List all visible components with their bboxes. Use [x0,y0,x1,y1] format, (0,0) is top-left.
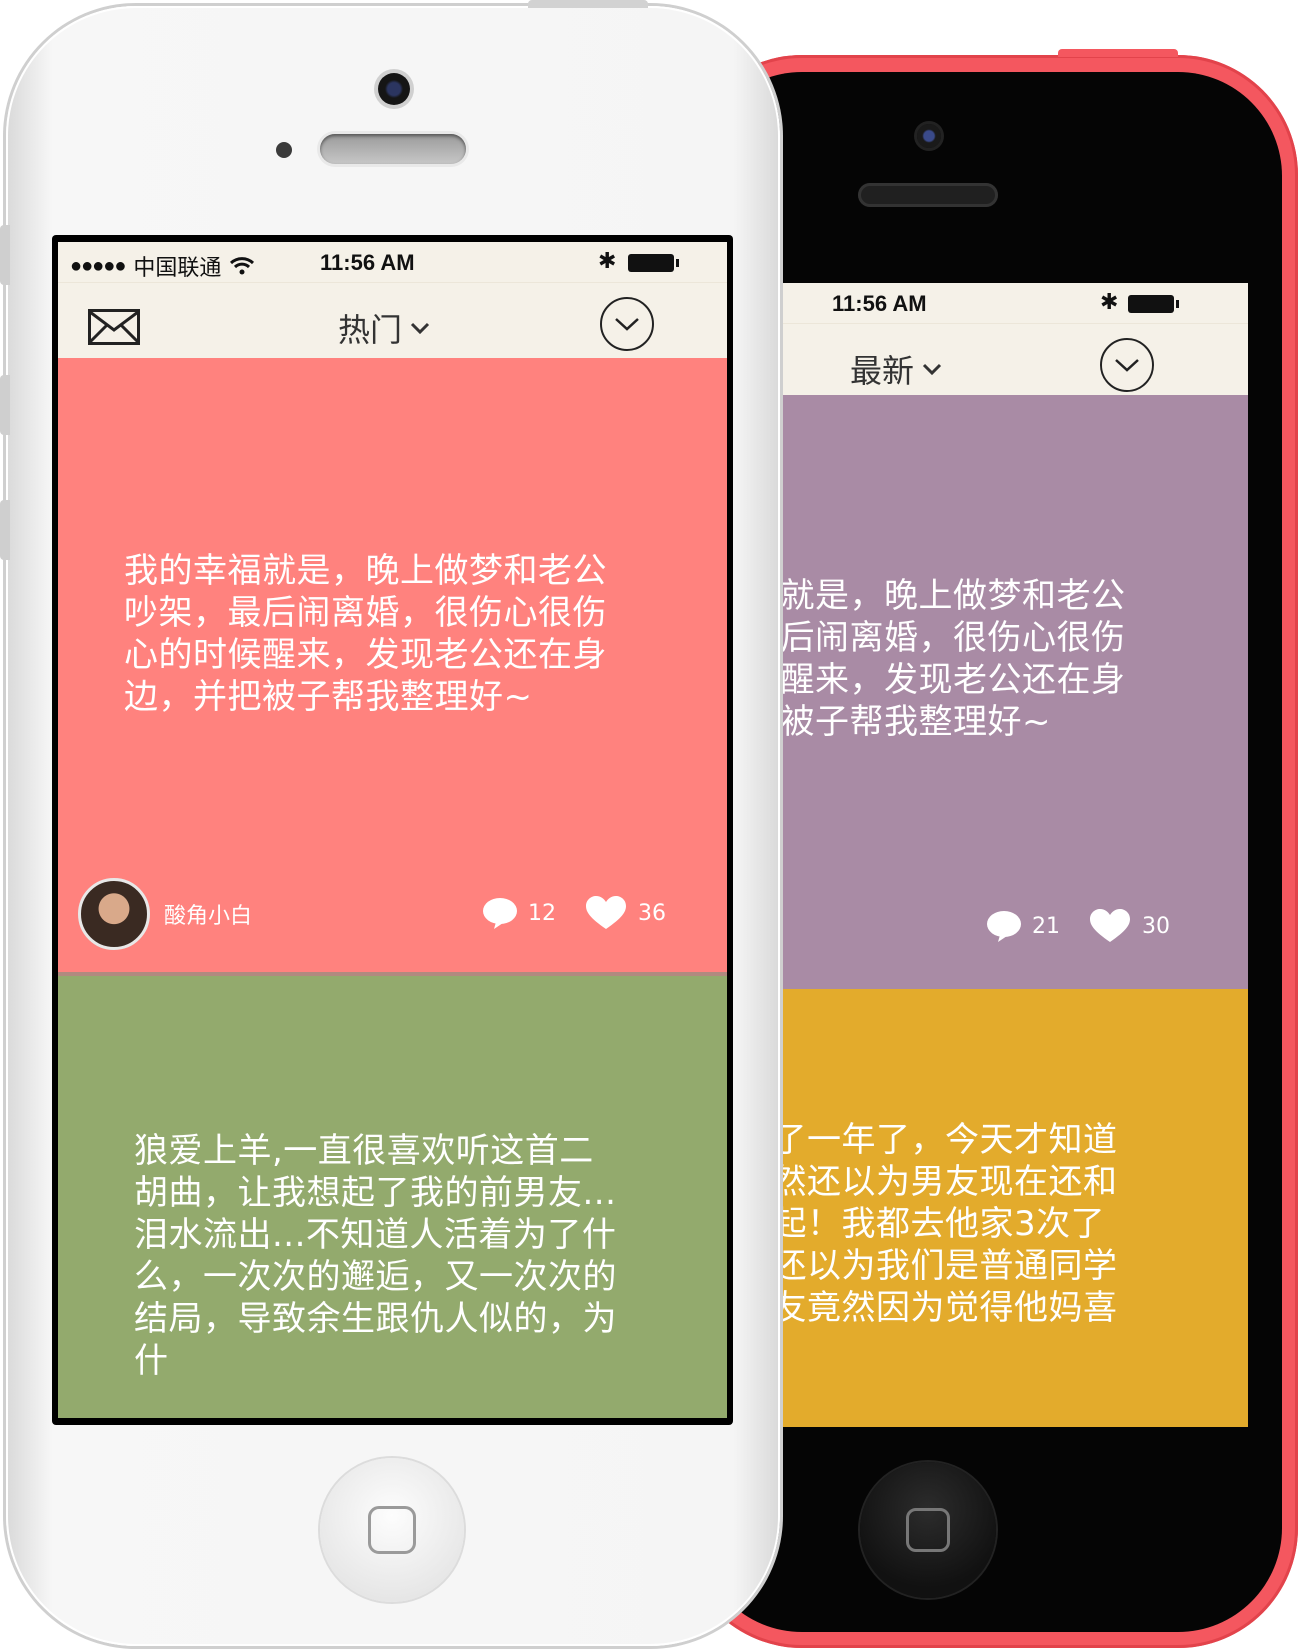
heart-icon [586,896,626,929]
like-count: 36 [638,900,666,926]
home-square-icon [906,1508,950,1552]
chevron-circle-icon [1115,359,1139,372]
post-card[interactable]: 我的幸福就是，晚上做梦和老公吵架，最后闹离婚，很伤心很伤心的时候醒来，发现老公还… [58,358,727,972]
comment-bubble-icon [483,898,517,929]
bluetooth-icon: ✱ [598,248,617,273]
chevron-circle-button[interactable] [600,297,654,351]
post-text: 福就是，晚上做梦和老公 最后闹离婚，很伤心很伤 侯醒来，发现老公还在身 把被子帮… [746,575,1246,743]
bluetooth-icon: ✱ [1100,289,1119,314]
post-text: 好了一年了，今天才知道 居然还以为男友现在还和 一起！我都去他家3次了 妈还以为… [738,1119,1248,1329]
status-time: 11:56 AM [832,291,927,316]
post-text: 我的幸福就是，晚上做梦和老公吵架，最后闹离婚，很伤心很伤心的时候醒来，发现老公还… [124,551,607,717]
comment-count-button[interactable]: 12 [482,896,556,930]
nav-title: 热门 [338,311,403,349]
chevron-down-icon [410,322,430,335]
front-phone-power-button [528,0,648,8]
status-bar: 通 11:56 AM ✱ [728,283,1248,323]
post-author[interactable]: 酸角小白 [78,878,252,950]
comment-count: 12 [528,900,556,926]
post-card[interactable]: 狼爱上羊,一直很喜欢听这首二胡曲，让我想起了我的前男友...泪水流出...不知道… [58,976,727,1418]
front-phone-sensor [276,142,292,158]
volume-down-button [0,500,10,560]
avatar[interactable] [78,878,150,950]
post-text-line: 妈还以为我们是普通同学 [738,1246,1118,1286]
volume-up-button [0,375,10,435]
nav-title-dropdown[interactable]: 热门 [338,305,430,351]
carrier-group: ●●●●● 中国联通 [70,250,255,282]
battery-icon [628,254,679,272]
envelope-icon[interactable] [88,309,140,345]
comment-count-button[interactable]: 21 [986,909,1060,943]
author-name: 酸角小白 [164,904,253,929]
post-text-line: 一起！我都去他家3次了 [738,1204,1106,1244]
carrier-label: 中国联通 [133,255,222,280]
back-phone-camera [917,124,941,148]
wifi-icon [230,257,255,275]
post-text-line: 把被子帮我整理好~ [746,702,1051,742]
chevron-circle-button[interactable] [1100,338,1154,392]
post-text-line: 福就是，晚上做梦和老公 [746,576,1126,616]
post-text: 狼爱上羊,一直很喜欢听这首二胡曲，让我想起了我的前男友...泪水流出...不知道… [134,1131,617,1381]
front-phone-screen: ●●●●● 中国联通 11:56 AM ✱ 热门 我的幸福就是，晚上做梦和老公吵… [58,242,727,1418]
battery-icon [1128,295,1179,313]
like-count: 30 [1142,913,1170,939]
back-phone-speaker [858,183,998,207]
status-bar: ●●●●● 中国联通 11:56 AM ✱ [58,242,727,282]
back-phone-power-button [1058,49,1178,57]
front-phone-speaker [320,134,466,164]
post-text-line: 好了一年了，今天才知道 [738,1120,1118,1160]
nav-title: 最新 [850,352,915,390]
status-time: 11:56 AM [320,250,415,275]
home-square-icon [368,1506,416,1554]
post-text-line: 侯醒来，发现老公还在身 [746,660,1126,700]
post-card[interactable]: 福就是，晚上做梦和老公 最后闹离婚，很伤心很伤 侯醒来，发现老公还在身 把被子帮… [728,395,1248,989]
comment-bubble-icon [987,911,1021,942]
navbar: 热门 [58,282,727,367]
like-count-button[interactable]: 36 [586,896,666,930]
comment-count: 21 [1032,913,1060,939]
post-text-line: 最后闹离婚，很伤心很伤 [746,618,1126,658]
back-phone-screen: 通 11:56 AM ✱ 最新 福就是，晚上做梦和老公 最后闹离婚，很伤心很伤 … [728,283,1248,1427]
post-text-line: 居然还以为男友现在还和 [738,1162,1118,1202]
front-phone-camera [378,73,410,105]
signal-strength: ●●●●● [70,254,126,277]
post-text-line: 男友竟然因为觉得他妈喜 [738,1288,1118,1328]
mute-switch [0,225,10,285]
chevron-down-icon [922,363,942,376]
chevron-circle-icon [615,318,639,331]
heart-icon [1090,909,1130,942]
nav-title-dropdown[interactable]: 最新 [850,346,942,392]
like-count-button[interactable]: 30 [1090,909,1170,943]
post-card[interactable]: 好了一年了，今天才知道 居然还以为男友现在还和 一起！我都去他家3次了 妈还以为… [728,989,1248,1427]
